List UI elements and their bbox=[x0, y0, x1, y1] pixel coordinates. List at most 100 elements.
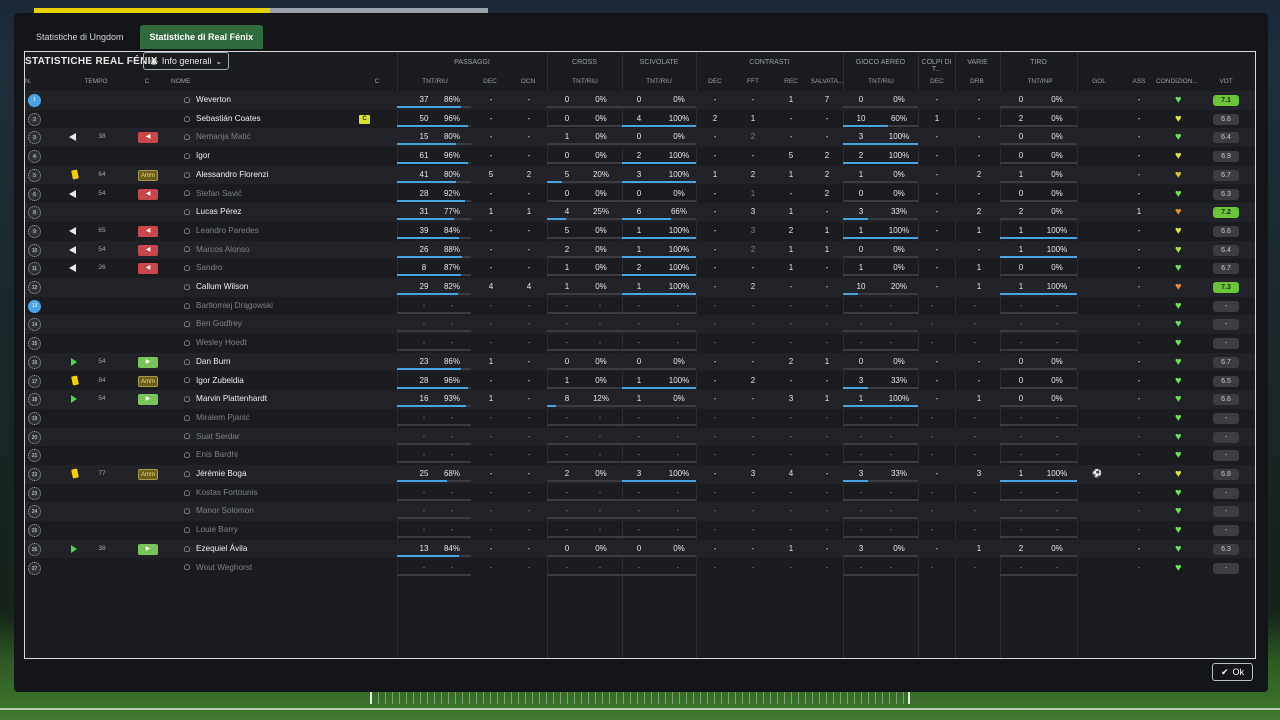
stat-cell: - bbox=[489, 469, 493, 478]
player-name[interactable]: Ezequiel Ávila bbox=[184, 540, 247, 559]
progress-track bbox=[843, 330, 918, 333]
player-name[interactable]: Ben Godfrey bbox=[184, 315, 242, 334]
player-name[interactable]: Bartłomiej Drągowski bbox=[184, 297, 273, 316]
table-row[interactable]: 10 54 ◀ Marcos Alonso 26 88% - -2 0% 1 100% -2 1 1 0 0%… bbox=[25, 240, 1255, 260]
stat-cell: - bbox=[930, 487, 934, 497]
table-row[interactable]: 2 Sebastián Coates C 50 96% - -0 0% 4 100% 2 1- -10 6… bbox=[25, 110, 1255, 129]
progress-track bbox=[1000, 180, 1077, 183]
column-header-tiro_tr[interactable]: TNT/INP bbox=[1020, 78, 1060, 85]
player-name[interactable]: Callum Wilson bbox=[184, 278, 248, 297]
player-name[interactable]: Miralem Pjanić bbox=[184, 409, 250, 428]
column-header-n[interactable]: N. bbox=[25, 78, 37, 85]
view-dropdown[interactable]: ◉ Info generali ⌄ bbox=[143, 52, 230, 70]
table-row[interactable]: 14 Ben Godfrey - - - - - - - - - - - - - - - - - - - ♥ - bbox=[25, 315, 1255, 334]
table-row[interactable]: 9 65 ◀ Leandro Paredes 39 84% - -5 0% 1 100% -3 2 1 1 1… bbox=[25, 222, 1255, 241]
player-name-text: Wout Weghorst bbox=[196, 562, 253, 572]
table-row[interactable]: 23 Kostas Fortounis - - - - - - - - - - - - - - - - - - - ♥ - bbox=[25, 484, 1255, 503]
table-row[interactable]: 21 Enis Bardhi - - - - - - - - - - - - - - - - - - - ♥ - bbox=[25, 446, 1255, 465]
stat-cell: - bbox=[527, 319, 531, 329]
column-header-varie_drb[interactable]: DRB bbox=[967, 78, 987, 85]
column-header-cond[interactable]: CONDIZION... bbox=[1155, 78, 1199, 85]
player-name[interactable]: Leandro Paredes bbox=[184, 222, 259, 241]
stat-cell: - bbox=[935, 263, 939, 273]
column-header-cross_tr[interactable]: TNT/RIU bbox=[565, 78, 605, 85]
table-row[interactable]: 17 84 Amm Igor Zubeldia 28 96% - -1 0% 1 100% -2- -3… bbox=[25, 372, 1255, 391]
ok-button[interactable]: ✔ Ok bbox=[1212, 663, 1253, 681]
column-header-con_rec[interactable]: REC bbox=[781, 78, 801, 85]
sub-off-icon bbox=[69, 264, 76, 273]
stat-cell: - bbox=[751, 338, 755, 348]
column-header-c2[interactable]: C bbox=[371, 78, 383, 85]
table-row[interactable]: 22 77 Amm Jérémie Boga 25 68% - -2 0% 3 100% -3 4-3 3… bbox=[25, 465, 1255, 484]
tab-real-fenix[interactable]: Statistiche di Real Fénix bbox=[139, 25, 264, 49]
table-row[interactable]: 5 64 Amm Alessandro Florenzi 41 80% 5 2 5 20% 3 100… bbox=[25, 165, 1255, 185]
column-header-pass_tr[interactable]: TNT/RIU bbox=[415, 78, 455, 85]
player-name[interactable]: Wesley Hoedt bbox=[184, 334, 247, 353]
shirt-number-badge: 22 bbox=[28, 468, 41, 481]
table-row[interactable]: 11 26 ◀ Sandro 8 87% - -1 0% 2 100% - -1-1 0% -1 0 0% - ♥ 6… bbox=[25, 259, 1255, 278]
table-row[interactable]: 20 Suat Serdar - - - - - - - - - - - - - - - - - - - ♥ - bbox=[25, 427, 1255, 447]
stat-cell: 1 bbox=[824, 244, 830, 254]
column-header-ass[interactable]: ASS bbox=[1129, 78, 1149, 85]
table-row[interactable]: 1 Weverton 37 86% - -0 0% 0 0% - -1 7 0 0% - -0 0% - ♥ 7.1 bbox=[25, 91, 1255, 110]
player-name[interactable]: Kostas Fortounis bbox=[184, 484, 257, 503]
player-name[interactable]: Marvin Plattenhardt bbox=[184, 390, 267, 409]
player-name[interactable]: Jérémie Boga bbox=[184, 465, 247, 484]
column-header-nome[interactable]: NOME bbox=[171, 78, 211, 85]
player-name[interactable]: Stefan Savić bbox=[184, 185, 242, 204]
column-header-pass_ocn[interactable]: OCN bbox=[517, 78, 539, 85]
rating-badge: 6.7 bbox=[1213, 169, 1239, 181]
table-row[interactable]: 27 Wout Weghorst - - - - - - - - - - - - - - - - - - - ♥ - bbox=[25, 559, 1255, 578]
table-row[interactable]: 3 38 ◀ Nemanja Matić 15 80% - -1 0% 0 0% -2- -3 100% -… bbox=[25, 128, 1255, 147]
player-name[interactable]: Weverton bbox=[184, 91, 231, 110]
player-name[interactable]: Enis Bardhi bbox=[184, 446, 238, 465]
player-name[interactable]: Marcos Alonso bbox=[184, 241, 250, 260]
column-header-con_fft[interactable]: FFT bbox=[743, 78, 763, 85]
table-row[interactable]: 15 Wesley Hoedt - - - - - - - - - - - - - - - - - - - ♥ - bbox=[25, 334, 1255, 353]
column-header-colpi_dec[interactable]: DEC bbox=[927, 78, 947, 85]
table-row[interactable]: 24 Manor Solomon - - - - - - - - - - - - - - - - - - - ♥ - bbox=[25, 502, 1255, 521]
progress-track bbox=[622, 517, 696, 520]
condition-heart-icon: ♥ bbox=[1175, 318, 1182, 331]
table-row[interactable]: 26 38 ▶ Ezequiel Ávila 13 84% - -0 0% 0 0% - -1-3 0% -… bbox=[25, 539, 1255, 559]
column-header-con_dec[interactable]: DEC bbox=[705, 78, 725, 85]
player-name[interactable]: Sandro bbox=[184, 259, 222, 278]
player-name[interactable]: Louie Barry bbox=[184, 521, 238, 540]
stat-cell: - bbox=[751, 300, 755, 310]
player-name[interactable]: Manor Solomon bbox=[184, 502, 254, 521]
column-header-c1[interactable]: C bbox=[141, 78, 153, 85]
table-row[interactable]: 18 54 ▶ Marvin Plattenhardt 16 93% 1-8 12% 1 0% - -… bbox=[25, 390, 1255, 409]
player-name[interactable]: Sebastián Coates bbox=[184, 110, 261, 129]
sub-off-icon bbox=[69, 226, 76, 235]
player-name[interactable]: Dan Burn bbox=[184, 353, 231, 372]
progress-fill bbox=[397, 180, 457, 183]
player-name[interactable]: Alessandro Florenzi bbox=[184, 166, 268, 185]
column-header-aer_tr[interactable]: TNT/RIU bbox=[861, 78, 901, 85]
player-name-text: Nemanja Matić bbox=[196, 132, 251, 142]
table-row[interactable]: 25 Louie Barry - - - - - - - - - - - - - - - - - - - ♥ - bbox=[25, 521, 1255, 540]
column-header-gol[interactable]: GOL bbox=[1089, 78, 1109, 85]
stat-cell: - bbox=[825, 263, 829, 273]
column-header-pass_dec[interactable]: DEC bbox=[480, 78, 500, 85]
table-row[interactable]: 19 Miralem Pjanić - - - - - - - - - - - - - - - - - - - ♥ - bbox=[25, 409, 1255, 428]
column-header-con_salv[interactable]: SALVATA... bbox=[807, 78, 847, 85]
shirt-number-badge: 19 bbox=[28, 411, 41, 425]
shirt-number-badge: 11 bbox=[28, 262, 41, 276]
player-name[interactable]: Nemanja Matić bbox=[184, 128, 251, 147]
tab-ungdom[interactable]: Statistiche di Ungdom bbox=[26, 25, 134, 49]
player-name[interactable]: Igor bbox=[184, 147, 210, 166]
player-name[interactable]: Suat Serdar bbox=[184, 428, 240, 447]
table-row[interactable]: 12 Callum Wilson 29 82% 4 4 1 0% 1 100% -2- -10 20% -… bbox=[25, 278, 1255, 297]
column-header-sciv_tr[interactable]: TNT/RIU bbox=[639, 78, 679, 85]
table-row[interactable]: 6 54 ◀ Stefan Savić 28 92% - -0 0% 0 0% -1-2 0 0% - -0 0… bbox=[25, 185, 1255, 204]
shirt-number-badge: 26 bbox=[28, 542, 41, 556]
player-name[interactable]: Wout Weghorst bbox=[184, 559, 252, 578]
table-row[interactable]: 4 Igor 61 96% - -0 0% 2 100% - -5 2 2 100% - -0 0% - ♥ 6.9 bbox=[25, 147, 1255, 166]
column-header-vot[interactable]: VOT bbox=[1213, 78, 1239, 85]
player-name[interactable]: Lucas Pérez bbox=[184, 203, 242, 222]
column-header-tempo[interactable]: TEMPO bbox=[81, 78, 111, 85]
table-row[interactable]: 13 Bartłomiej Drągowski - - - - - - - - - - - - - - - - - -… bbox=[25, 297, 1255, 316]
table-row[interactable]: 8 Lucas Pérez 31 77% 1 1 4 25% 6 66% -3 1-3 33% -2 2 0%… bbox=[25, 203, 1255, 222]
player-name[interactable]: Igor Zubeldia bbox=[184, 372, 244, 391]
table-row[interactable]: 16 54 ▶ Dan Burn 23 86% 1-0 0% 0 0% - -2 1 0 0% - -0 0% - ♥… bbox=[25, 352, 1255, 372]
